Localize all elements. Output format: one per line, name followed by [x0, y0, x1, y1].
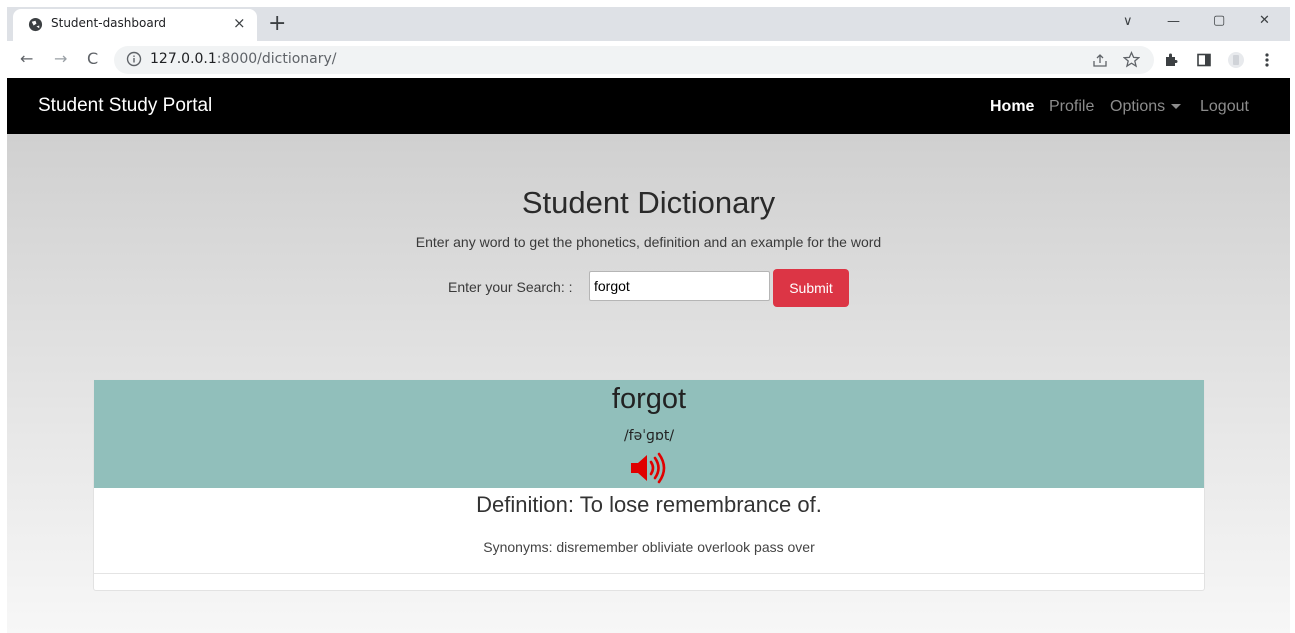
share-icon[interactable]: [1092, 52, 1108, 68]
card-divider: [94, 573, 1204, 574]
tab-close-icon[interactable]: ×: [233, 14, 246, 32]
nav-options-label: Options: [1110, 98, 1166, 115]
url-text[interactable]: 127.0.0.1:8000/dictionary/: [150, 51, 337, 67]
tab-search-icon[interactable]: ∨: [1123, 14, 1133, 29]
result-header: forgot /fəˈɡɒt/: [94, 380, 1204, 488]
reload-button[interactable]: C: [87, 50, 98, 68]
result-definition: Definition: To lose remembrance of.: [476, 492, 822, 517]
forward-button[interactable]: →: [54, 50, 67, 68]
info-icon[interactable]: [126, 51, 142, 67]
brand-link[interactable]: Student Study Portal: [38, 95, 212, 117]
new-tab-button[interactable]: +: [268, 13, 286, 35]
result-synonyms: Synonyms: disremember obliviate overlook…: [483, 539, 815, 555]
search-label: Enter your Search: :: [448, 279, 573, 295]
search-input[interactable]: [589, 271, 770, 301]
site-navbar: Student Study Portal Home Profile Option…: [7, 78, 1290, 134]
nav-home[interactable]: Home: [990, 98, 1034, 116]
submit-button[interactable]: Submit: [773, 269, 849, 307]
star-icon[interactable]: [1123, 51, 1140, 68]
result-word: forgot: [611, 383, 687, 415]
tab-title: Student-dashboard: [51, 16, 167, 30]
nav-options-dropdown[interactable]: Options: [1110, 98, 1182, 116]
page-content: Student Dictionary Enter any word to get…: [7, 134, 1290, 633]
side-panel-icon[interactable]: [1196, 52, 1212, 68]
globe-icon: [28, 17, 43, 32]
back-button[interactable]: ←: [20, 50, 33, 68]
nav-profile[interactable]: Profile: [1049, 98, 1094, 116]
maximize-button[interactable]: ▢: [1213, 13, 1225, 28]
extensions-icon[interactable]: [1163, 52, 1179, 68]
nav-logout[interactable]: Logout: [1200, 98, 1249, 116]
page-title: Student Dictionary: [521, 185, 776, 220]
url-host: 127.0.0.1: [150, 51, 217, 67]
caret-down-icon: [1171, 104, 1182, 110]
minimize-button[interactable]: —: [1167, 14, 1180, 29]
audio-speaker-icon[interactable]: [629, 452, 669, 484]
result-card: forgot /fəˈɡɒt/ Definition: To lose reme…: [93, 379, 1205, 591]
result-phonetic: /fəˈɡɒt/: [623, 428, 675, 444]
url-path: :8000/dictionary/: [216, 51, 337, 67]
profile-avatar-icon[interactable]: [1227, 50, 1245, 70]
menu-kebab-icon[interactable]: [1264, 52, 1270, 68]
close-window-button[interactable]: ✕: [1259, 13, 1270, 28]
page-subtitle: Enter any word to get the phonetics, def…: [415, 234, 882, 250]
